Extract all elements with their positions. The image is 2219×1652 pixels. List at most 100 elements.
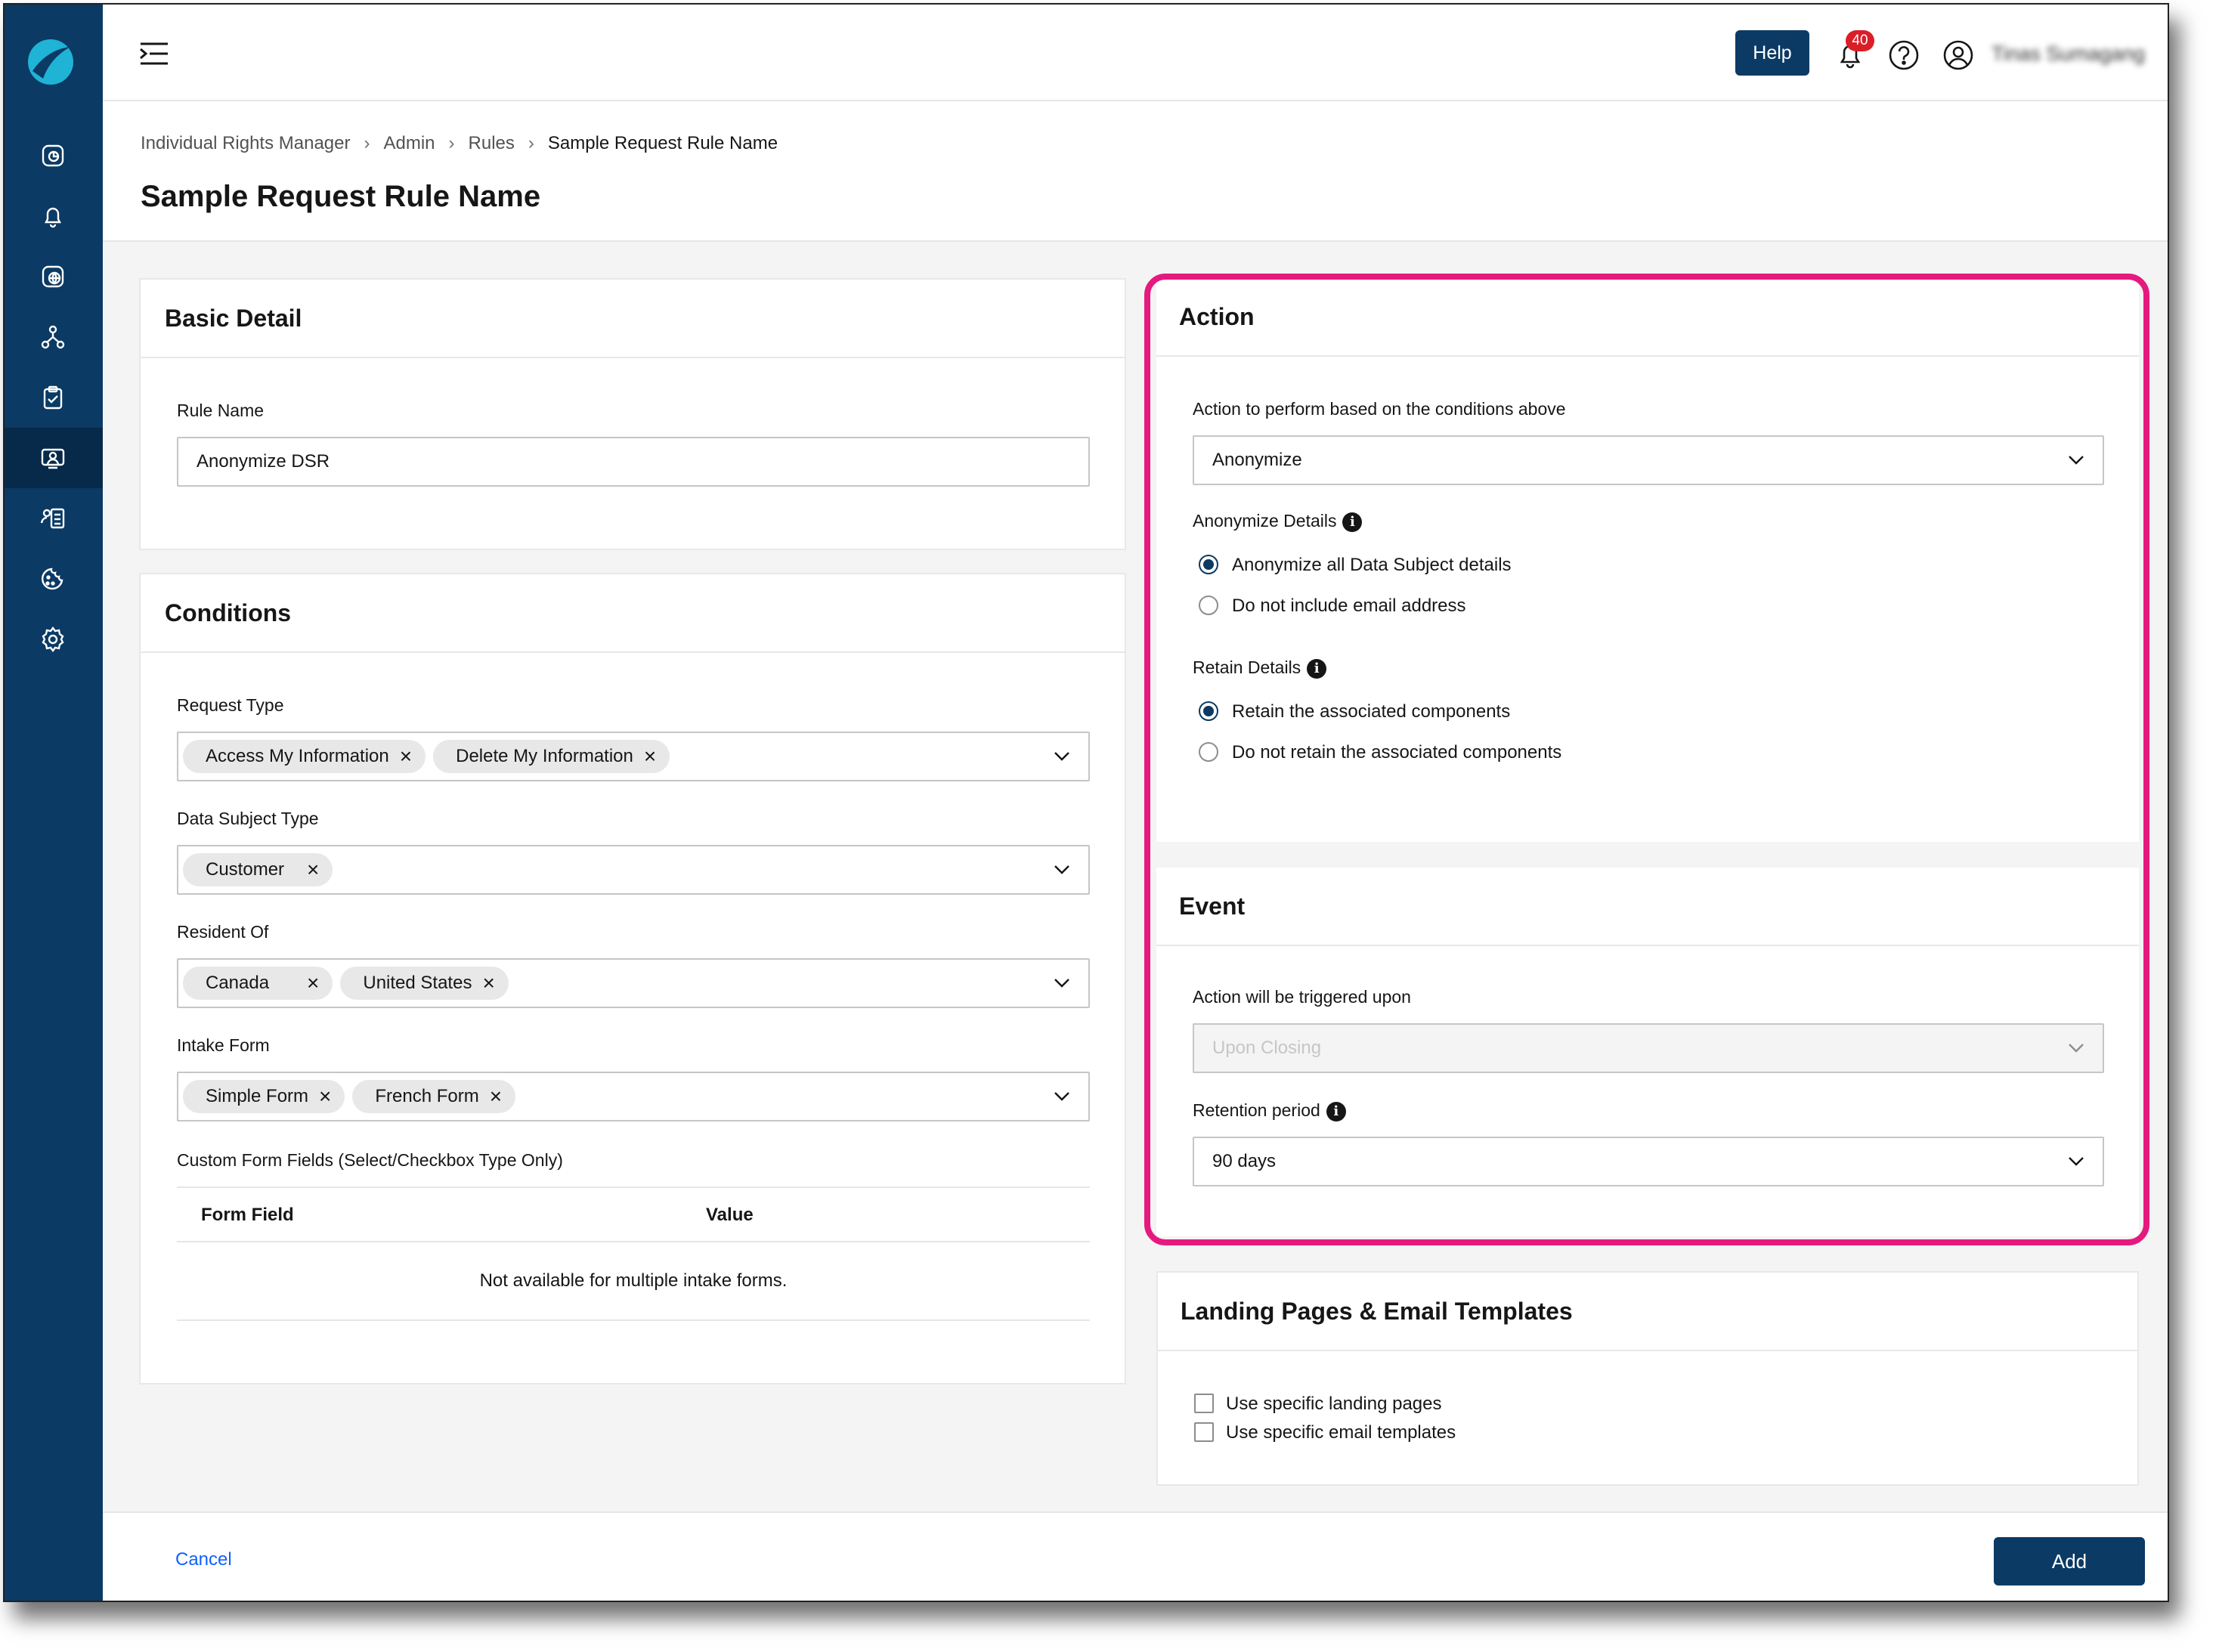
tag-simple-form: Simple Form × — [183, 1080, 345, 1113]
radio-exclude-email[interactable] — [1199, 596, 1218, 615]
tag-customer: Customer × — [183, 853, 333, 886]
chevron-down-icon — [2069, 1044, 2084, 1053]
breadcrumb: Individual Rights Manager › Admin › Rule… — [141, 133, 778, 154]
custom-fields-table-header: Form Field Value — [177, 1186, 1090, 1242]
tag-label: French Form — [375, 1086, 479, 1106]
tag-label: Simple Form — [206, 1086, 309, 1106]
tag-label: Customer — [206, 859, 285, 880]
hierarchy-icon[interactable] — [38, 322, 68, 352]
gear-icon[interactable] — [38, 624, 68, 654]
menu-toggle-icon[interactable] — [139, 41, 169, 67]
trigger-placeholder: Upon Closing — [1212, 1038, 1322, 1058]
radio-retain-components[interactable] — [1199, 701, 1218, 721]
info-icon[interactable]: i — [1342, 512, 1363, 532]
footer-bar: Cancel Add — [103, 1511, 2168, 1601]
page-title: Sample Request Rule Name — [141, 180, 541, 213]
data-subject-type-label: Data Subject Type — [177, 809, 319, 828]
radio-not-retain-components[interactable] — [1199, 742, 1218, 762]
close-icon[interactable]: × — [400, 746, 412, 767]
section-divider — [1156, 842, 2139, 868]
chevron-right-icon: › — [528, 133, 534, 153]
notification-badge: 40 — [1846, 30, 1874, 51]
user-list-icon[interactable] — [38, 503, 68, 534]
chevron-down-icon[interactable] — [2068, 1156, 2084, 1167]
chevron-down-icon[interactable] — [2068, 455, 2084, 466]
help-button[interactable]: Help — [1735, 30, 1809, 76]
resident-of-label: Resident Of — [177, 922, 269, 942]
globe-icon[interactable] — [38, 261, 68, 292]
breadcrumb-item-admin[interactable]: Admin — [384, 133, 435, 154]
tag-united-states: United States × — [340, 967, 509, 1000]
request-type-select[interactable]: Access My Information × Delete My Informa… — [177, 732, 1090, 781]
retention-period-select[interactable]: 90 days — [1193, 1137, 2104, 1186]
close-icon[interactable]: × — [490, 1086, 502, 1107]
close-icon[interactable]: × — [319, 1086, 331, 1107]
tag-label: United States — [363, 973, 472, 993]
rule-name-label: Rule Name — [177, 401, 265, 420]
info-icon[interactable]: i — [1326, 1101, 1346, 1121]
custom-form-fields-label: Custom Form Fields (Select/Checkbox Type… — [177, 1150, 563, 1170]
top-bar: Help 40 Tinas Sumagang — [103, 5, 2168, 101]
basic-detail-card: Basic Detail Rule Name Anonymize DSR — [139, 278, 1126, 550]
close-icon[interactable]: × — [307, 859, 319, 880]
radio-anonymize-all[interactable] — [1199, 555, 1218, 574]
user-rights-icon[interactable] — [38, 443, 68, 473]
checkbox-email-templates[interactable] — [1194, 1422, 1214, 1442]
action-perform-select[interactable]: Anonymize — [1193, 435, 2104, 485]
radio-retain-components-label[interactable]: Retain the associated components — [1232, 701, 1510, 722]
radio-not-retain-components-label[interactable]: Do not retain the associated components — [1232, 742, 1561, 763]
intake-form-select[interactable]: Simple Form × French Form × — [177, 1072, 1090, 1121]
conditions-title: Conditions — [141, 574, 1125, 653]
page-header: Individual Rights Manager › Admin › Rule… — [103, 101, 2168, 242]
retention-period-text: Retention period — [1193, 1100, 1320, 1120]
data-subject-type-select[interactable]: Customer × — [177, 845, 1090, 895]
checkbox-landing-pages-label[interactable]: Use specific landing pages — [1226, 1394, 1442, 1415]
breadcrumb-item-rules[interactable]: Rules — [469, 133, 515, 154]
cookie-icon[interactable] — [38, 564, 68, 594]
help-circle-icon[interactable] — [1888, 39, 1920, 71]
anonymize-details-text: Anonymize Details — [1193, 511, 1337, 531]
checkbox-email-templates-label[interactable]: Use specific email templates — [1226, 1422, 1456, 1443]
breadcrumb-item-irm[interactable]: Individual Rights Manager — [141, 133, 351, 154]
anonymize-details-label: Anonymize Details i — [1193, 511, 1363, 532]
chevron-down-icon[interactable] — [1054, 865, 1070, 875]
chevron-down-icon[interactable] — [1054, 978, 1070, 988]
bell-icon[interactable] — [38, 201, 68, 231]
clipboard-check-icon[interactable] — [38, 382, 68, 413]
tag-canada: Canada × — [183, 967, 333, 1000]
close-icon[interactable]: × — [644, 746, 656, 767]
close-icon[interactable]: × — [482, 973, 494, 994]
info-icon[interactable]: i — [1307, 658, 1327, 679]
trigger-label: Action will be triggered upon — [1193, 987, 1411, 1007]
landing-pages-card: Landing Pages & Email Templates Use spec… — [1156, 1271, 2139, 1486]
close-icon[interactable]: × — [307, 973, 319, 994]
landing-pages-title: Landing Pages & Email Templates — [1158, 1273, 2137, 1351]
cancel-button[interactable]: Cancel — [175, 1549, 232, 1570]
action-perform-value: Anonymize — [1212, 450, 1302, 470]
event-title: Event — [1156, 868, 2139, 946]
request-type-label: Request Type — [177, 695, 284, 715]
app-window: Help 40 Tinas Sumagang Individual Rights… — [3, 3, 2169, 1602]
basic-detail-title: Basic Detail — [141, 280, 1125, 358]
radio-exclude-email-label[interactable]: Do not include email address — [1232, 596, 1466, 617]
chevron-right-icon: › — [364, 133, 370, 153]
intake-form-label: Intake Form — [177, 1035, 270, 1055]
checkbox-landing-pages[interactable] — [1194, 1394, 1214, 1413]
add-button[interactable]: Add — [1994, 1537, 2145, 1585]
resident-of-select[interactable]: Canada × United States × — [177, 958, 1090, 1008]
dashboard-icon[interactable] — [38, 141, 68, 171]
chevron-down-icon[interactable] — [1054, 1091, 1070, 1102]
app-logo[interactable] — [26, 38, 75, 86]
rule-name-input[interactable]: Anonymize DSR — [177, 437, 1090, 487]
retain-details-text: Retain Details — [1193, 657, 1301, 677]
user-name[interactable]: Tinas Sumagang — [1992, 42, 2145, 66]
col-value: Value — [706, 1205, 754, 1225]
user-avatar-icon[interactable] — [1942, 39, 1974, 71]
chevron-down-icon[interactable] — [1054, 751, 1070, 762]
action-perform-label: Action to perform based on the condition… — [1193, 399, 1566, 419]
conditions-card: Conditions Request Type Access My Inform… — [139, 573, 1126, 1384]
action-title: Action — [1156, 278, 2139, 357]
sidebar — [5, 5, 103, 1601]
radio-anonymize-all-label[interactable]: Anonymize all Data Subject details — [1232, 555, 1512, 576]
retain-details-label: Retain Details i — [1193, 657, 1327, 679]
